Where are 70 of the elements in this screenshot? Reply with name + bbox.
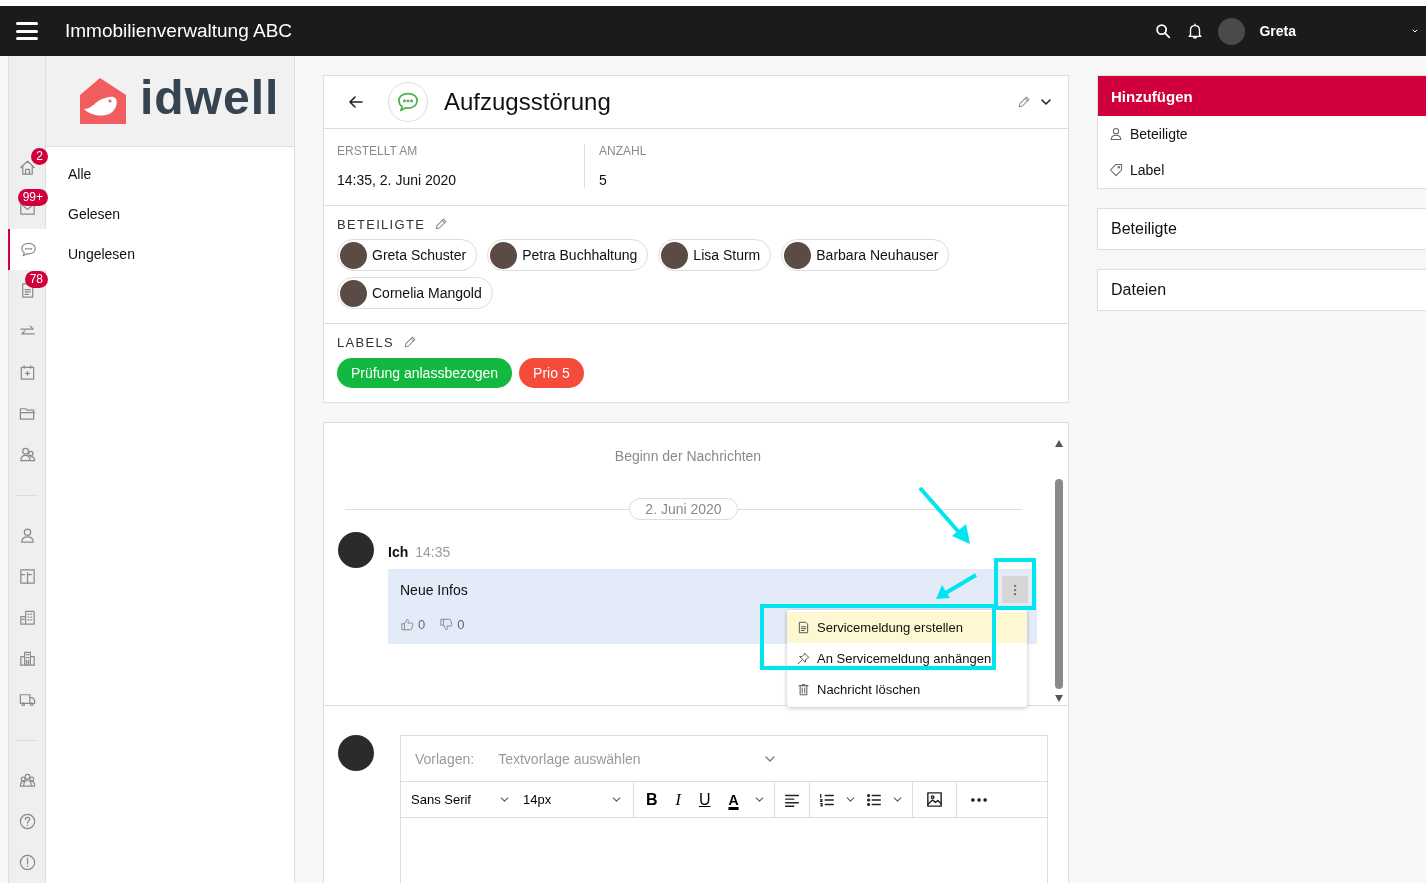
thumbs-down-icon bbox=[439, 617, 455, 632]
count-badge: 2 bbox=[31, 148, 48, 165]
menu-icon[interactable] bbox=[16, 22, 38, 40]
label-tag[interactable]: Prio 5 bbox=[519, 358, 584, 388]
add-option[interactable]: Beteiligte bbox=[1098, 116, 1426, 152]
app-title: Immobilienverwaltung ABC bbox=[65, 20, 294, 42]
size-dropdown[interactable]: 14px bbox=[521, 792, 625, 807]
tag-icon bbox=[1108, 162, 1124, 178]
format-button[interactable]: B bbox=[642, 790, 662, 809]
more-icon bbox=[970, 797, 987, 802]
logo-wordmark: idwell bbox=[140, 74, 280, 122]
user-avatar[interactable] bbox=[1218, 17, 1246, 45]
count-badge: 99+ bbox=[17, 189, 48, 206]
format-button[interactable]: I bbox=[671, 790, 685, 809]
templates-label: Vorlagen: bbox=[415, 750, 475, 767]
annotation-arrow bbox=[934, 572, 978, 602]
thumbs-up-icon bbox=[400, 617, 415, 632]
font-dropdown[interactable]: Sans Serif bbox=[409, 792, 513, 807]
messages-start-note: Beginn der Nachrichten bbox=[613, 447, 763, 464]
home-icon bbox=[17, 158, 37, 177]
menu-item[interactable]: An Servicemeldung anhängen bbox=[787, 643, 1027, 674]
collapsible-section[interactable]: Beteiligte bbox=[1097, 208, 1426, 250]
sidebar-nav-item[interactable]: 99+ bbox=[9, 188, 45, 229]
sidebar-nav-item[interactable]: 2 bbox=[9, 147, 45, 188]
image-icon bbox=[924, 790, 944, 809]
document-icon bbox=[796, 620, 811, 635]
section-heading: BETEILIGTE bbox=[337, 216, 426, 232]
format-button[interactable]: U bbox=[694, 790, 715, 809]
conversation-title: Aufzugsstörung bbox=[444, 88, 612, 116]
group-icon bbox=[17, 771, 37, 790]
sidebar-nav-item[interactable]: 78 bbox=[9, 270, 45, 311]
like-button[interactable]: 0 bbox=[400, 617, 426, 632]
message-editor[interactable]: Vorlagen: Textvorlage auswählen Sans Serif 14px B I U A bbox=[400, 735, 1048, 883]
search-icon bbox=[1154, 22, 1173, 40]
filter-item[interactable]: Ungelesen bbox=[46, 234, 294, 274]
pin-icon bbox=[796, 651, 811, 666]
menu-item[interactable]: Nachricht löschen bbox=[787, 674, 1027, 705]
avatar bbox=[338, 735, 374, 771]
avatar bbox=[338, 532, 374, 568]
message-author: Ich bbox=[388, 544, 409, 560]
help-icon bbox=[17, 812, 37, 831]
count-badge: 78 bbox=[24, 271, 48, 288]
house-bird-logo-icon bbox=[78, 77, 128, 125]
trash-icon bbox=[796, 682, 811, 697]
add-panel-header[interactable]: Hinzufügen bbox=[1098, 76, 1426, 116]
date-divider: 2. Juni 2020 bbox=[629, 498, 738, 520]
office-buildings-icon bbox=[17, 649, 37, 668]
people-icon bbox=[17, 445, 37, 464]
field-label: ERSTELLT AM bbox=[337, 144, 419, 158]
filter-item[interactable]: Alle bbox=[46, 154, 294, 194]
dislike-button[interactable]: 0 bbox=[439, 617, 465, 632]
menu-item[interactable]: Servicemeldung erstellen bbox=[787, 612, 1027, 643]
sidebar-nav-item[interactable] bbox=[8, 229, 46, 270]
field-label: ANZAHL bbox=[599, 144, 648, 158]
person-icon bbox=[1108, 126, 1124, 142]
section-heading: LABELS bbox=[337, 334, 394, 350]
floor-plan-icon bbox=[17, 567, 37, 586]
building-icon bbox=[17, 608, 37, 627]
message-time: 14:35 bbox=[415, 544, 451, 560]
info-icon bbox=[17, 853, 37, 872]
format-button[interactable]: A bbox=[724, 791, 743, 808]
field-value: 14:35, 2. Juni 2020 bbox=[337, 172, 458, 188]
edit-icon bbox=[1016, 94, 1032, 110]
chat-icon bbox=[18, 240, 38, 259]
message-text: Neue Infos bbox=[400, 582, 468, 598]
collapsible-section[interactable]: Dateien bbox=[1097, 269, 1426, 311]
filter-item[interactable]: Gelesen bbox=[46, 194, 294, 234]
add-option[interactable]: Label bbox=[1098, 152, 1426, 188]
field-value: 5 bbox=[599, 172, 608, 188]
user-name[interactable]: Greta bbox=[1259, 23, 1296, 39]
